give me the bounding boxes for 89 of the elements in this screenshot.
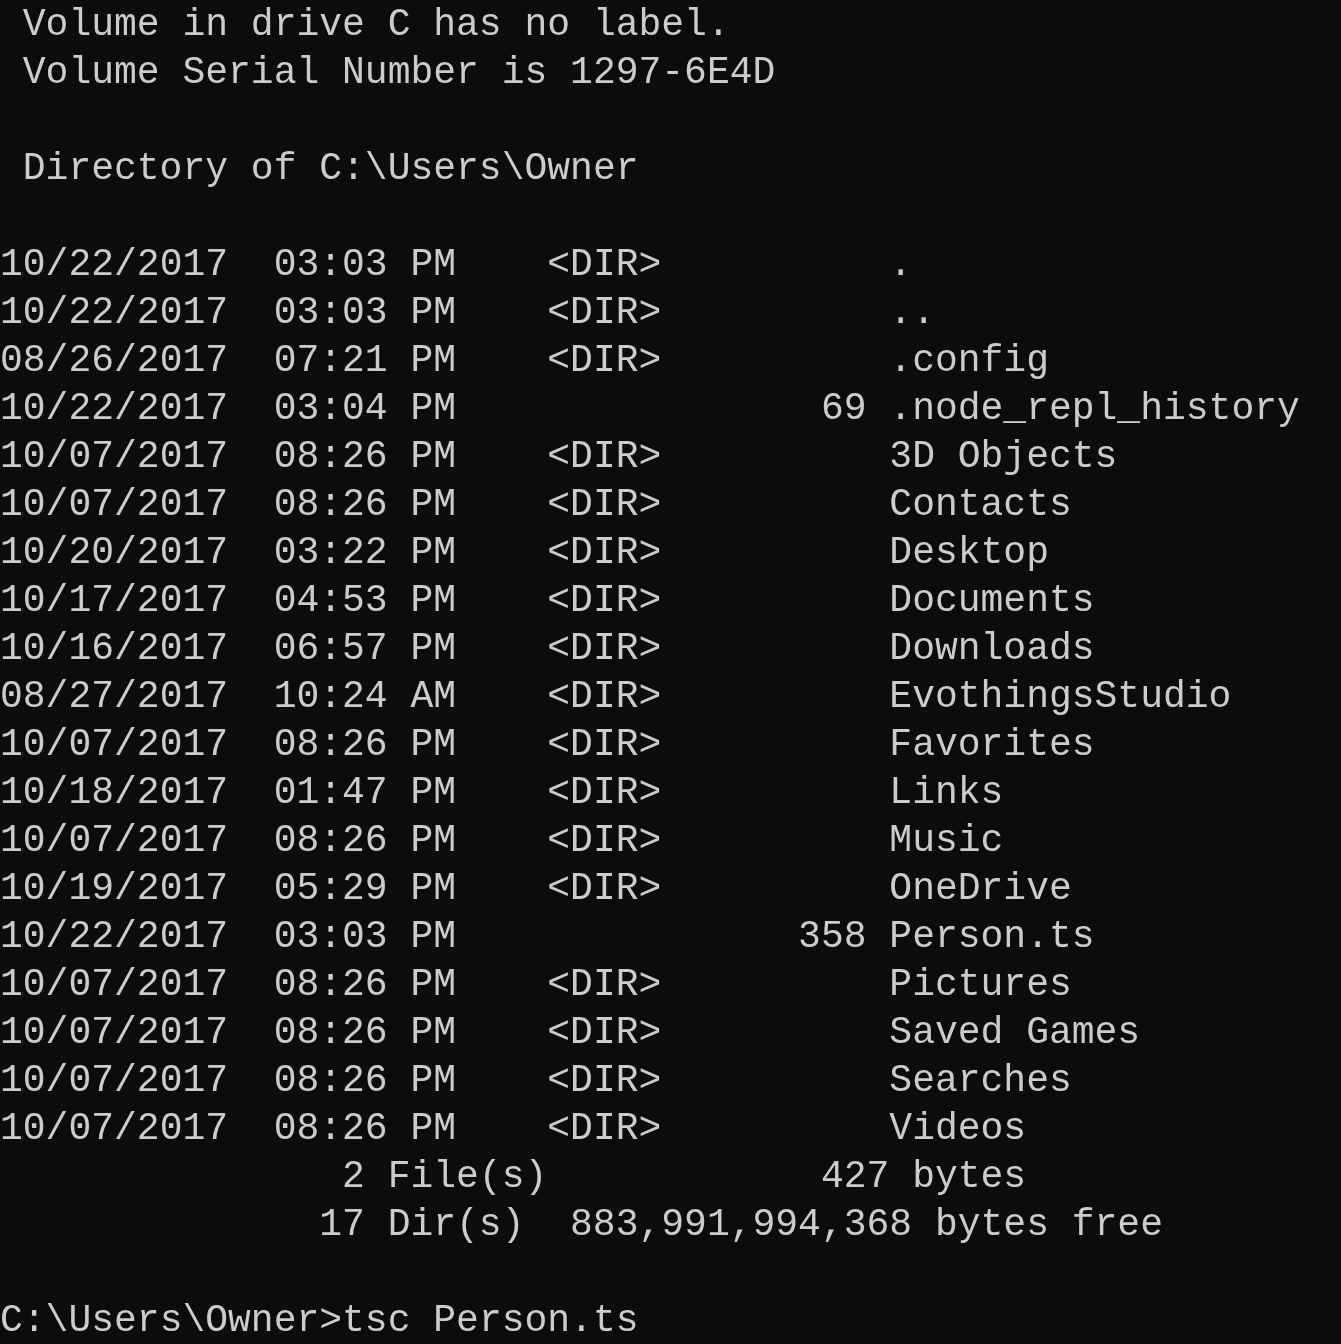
summary-count: 17	[319, 1202, 365, 1246]
entry-name: Links	[889, 770, 1004, 814]
summary-unit: bytes free	[934, 1202, 1163, 1246]
entry-time: 08:26 PM	[273, 818, 457, 862]
prompt-path: C:\Users\Owner>	[0, 1298, 343, 1342]
entry-time: 01:47 PM	[273, 770, 457, 814]
entry-date: 10/19/2017	[0, 866, 229, 910]
entry-date: 10/07/2017	[0, 962, 229, 1006]
summary-count: 2	[342, 1154, 365, 1198]
entry-name: Downloads	[889, 626, 1095, 670]
file-size: 358	[798, 914, 867, 958]
entry-name: 3D Objects	[889, 434, 1118, 478]
entry-time: 08:26 PM	[273, 482, 457, 526]
entry-time: 03:03 PM	[273, 242, 457, 286]
entry-name: Pictures	[889, 962, 1072, 1006]
entry-date: 10/20/2017	[0, 530, 229, 574]
file-size: 69	[820, 386, 867, 430]
entry-name: Videos	[889, 1106, 1027, 1150]
entry-name: .node_repl_history	[889, 386, 1300, 430]
summary-amount: 427	[820, 1154, 890, 1198]
dir-tag: <DIR>	[547, 434, 662, 478]
dir-tag: <DIR>	[547, 338, 662, 382]
dir-tag: <DIR>	[547, 530, 662, 574]
entry-date: 10/07/2017	[0, 482, 229, 526]
entry-name: Saved Games	[889, 1010, 1141, 1054]
dir-tag: <DIR>	[547, 482, 662, 526]
entry-time: 08:26 PM	[273, 962, 457, 1006]
typed-command[interactable]: tsc Person.ts	[342, 1298, 639, 1342]
entry-time: 08:26 PM	[273, 434, 457, 478]
entry-date: 10/16/2017	[0, 626, 229, 670]
entry-time: 06:57 PM	[273, 626, 457, 670]
entry-time: 08:26 PM	[273, 1106, 457, 1150]
entry-date: 10/22/2017	[0, 386, 229, 430]
summary-label: File(s)	[387, 1154, 548, 1198]
dir-tag: <DIR>	[547, 674, 662, 718]
entry-time: 07:21 PM	[273, 338, 457, 382]
entry-time: 10:24 AM	[273, 674, 457, 718]
entry-time: 03:03 PM	[273, 914, 457, 958]
entry-time: 08:26 PM	[273, 1010, 457, 1054]
dir-tag: <DIR>	[547, 290, 662, 334]
entry-date: 10/22/2017	[0, 914, 229, 958]
entry-date: 08/26/2017	[0, 338, 229, 382]
entry-date: 10/17/2017	[0, 578, 229, 622]
entry-time: 08:26 PM	[273, 1058, 457, 1102]
dir-tag: <DIR>	[547, 962, 662, 1006]
entry-date: 10/07/2017	[0, 1010, 229, 1054]
summary-amount: 883,991,994,368	[570, 1202, 913, 1246]
entry-time: 03:22 PM	[273, 530, 457, 574]
entry-time: 08:26 PM	[273, 722, 457, 766]
entry-name: Person.ts	[889, 914, 1095, 958]
directory-heading: Directory of C:\Users\Owner	[22, 146, 639, 190]
entry-name: .config	[889, 338, 1049, 382]
entry-date: 10/07/2017	[0, 1058, 229, 1102]
entry-date: 10/07/2017	[0, 434, 229, 478]
entry-time: 03:04 PM	[273, 386, 457, 430]
entry-date: 10/18/2017	[0, 770, 229, 814]
entry-date: 10/07/2017	[0, 1106, 229, 1150]
entry-name: Documents	[889, 578, 1095, 622]
entry-date: 10/22/2017	[0, 290, 229, 334]
entry-name: Contacts	[889, 482, 1072, 526]
dir-tag: <DIR>	[547, 1010, 662, 1054]
entry-name: Searches	[889, 1058, 1072, 1102]
entry-date: 10/07/2017	[0, 722, 229, 766]
entry-time: 03:03 PM	[273, 290, 457, 334]
entry-date: 10/22/2017	[0, 242, 229, 286]
entry-date: 10/07/2017	[0, 818, 229, 862]
entry-name: Desktop	[889, 530, 1049, 574]
dir-tag: <DIR>	[547, 818, 662, 862]
dir-tag: <DIR>	[547, 722, 662, 766]
entry-name: OneDrive	[889, 866, 1072, 910]
dir-tag: <DIR>	[547, 626, 662, 670]
volume-label-line: Volume in drive C has no label.	[22, 2, 730, 46]
serial-number-line: Volume Serial Number is 1297-6E4D	[22, 50, 776, 94]
summary-unit: bytes	[912, 1154, 1027, 1198]
entry-date: 08/27/2017	[0, 674, 229, 718]
dir-tag: <DIR>	[547, 866, 662, 910]
entry-name: ..	[889, 290, 935, 334]
dir-tag: <DIR>	[547, 578, 662, 622]
dir-tag: <DIR>	[547, 1106, 662, 1150]
dir-tag: <DIR>	[547, 770, 662, 814]
entry-name: EvothingsStudio	[889, 674, 1232, 718]
dir-tag: <DIR>	[547, 1058, 662, 1102]
summary-label: Dir(s)	[387, 1202, 525, 1246]
dir-tag: <DIR>	[547, 242, 662, 286]
entry-name: .	[889, 242, 913, 286]
entry-time: 05:29 PM	[273, 866, 457, 910]
entry-name: Favorites	[889, 722, 1095, 766]
entry-time: 04:53 PM	[273, 578, 457, 622]
entry-name: Music	[889, 818, 1004, 862]
